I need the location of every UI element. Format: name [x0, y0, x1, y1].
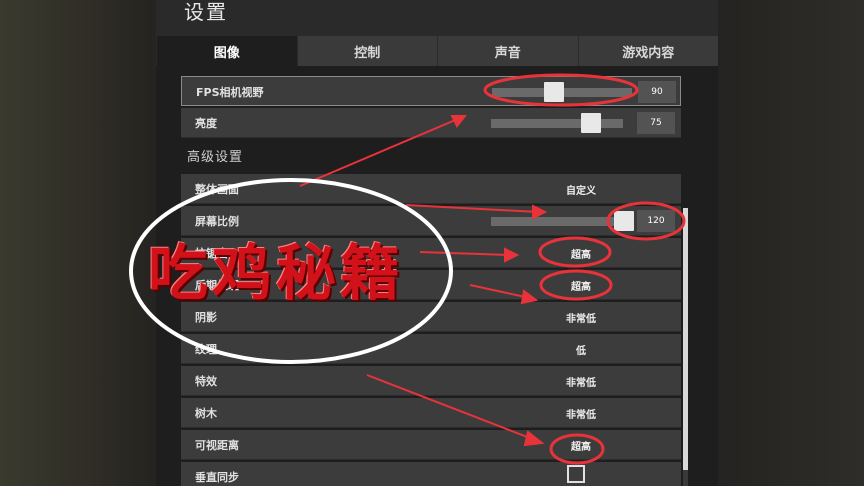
effects-value[interactable]: 非常低	[521, 374, 641, 389]
textures-value[interactable]: 低	[521, 342, 641, 357]
setting-label: 纹理	[195, 343, 217, 356]
setting-row-view-distance: 可视距离 超高	[181, 430, 681, 460]
setting-label: 垂直同步	[195, 471, 239, 484]
foliage-value[interactable]: 非常低	[521, 406, 641, 421]
watermark-text: 吃鸡秘籍	[148, 239, 404, 309]
brightness-value-box[interactable]: 75	[637, 112, 675, 134]
shadows-value[interactable]: 非常低	[521, 310, 641, 325]
setting-label: 树木	[195, 407, 217, 420]
setting-label: 亮度	[195, 117, 217, 130]
fov-slider-thumb[interactable]	[544, 82, 564, 102]
setting-label: 特效	[195, 375, 217, 388]
tab-bar: 图像 控制 声音 游戏内容	[156, 36, 718, 66]
setting-row-overall-quality: 整体画面 自定义	[181, 174, 681, 204]
tab-audio[interactable]: 声音	[437, 36, 578, 66]
view-distance-value[interactable]: 超高	[521, 438, 641, 453]
tab-gameplay[interactable]: 游戏内容	[577, 36, 718, 66]
screen-scale-slider-thumb[interactable]	[614, 211, 634, 231]
scrollbar-thumb[interactable]	[683, 208, 688, 470]
overall-quality-value[interactable]: 自定义	[521, 182, 641, 197]
settings-title: 设置	[184, 0, 228, 24]
fov-value-box[interactable]: 90	[638, 81, 676, 103]
vsync-checkbox[interactable]	[567, 465, 585, 483]
background-left	[0, 0, 160, 486]
tab-controls[interactable]: 控制	[296, 36, 437, 66]
setting-row-effects: 特效 非常低	[181, 366, 681, 396]
setting-row-textures: 纹理 低	[181, 334, 681, 364]
brightness-slider-thumb[interactable]	[581, 113, 601, 133]
setting-row-fps-fov: FPS相机视野 90	[181, 76, 681, 106]
setting-label: 整体画面	[195, 183, 239, 196]
settings-header: 设置	[156, 0, 718, 36]
setting-label: 可视距离	[195, 439, 239, 452]
screen-scale-value-box[interactable]: 120	[637, 210, 675, 232]
setting-row-brightness: 亮度 75	[181, 108, 681, 138]
brightness-slider-track[interactable]	[491, 119, 623, 128]
post-processing-value[interactable]: 超高	[521, 278, 641, 293]
setting-row-foliage: 树木 非常低	[181, 398, 681, 428]
screen-scale-slider-track[interactable]	[491, 217, 631, 226]
advanced-settings-heading: 高级设置	[187, 150, 244, 165]
tab-graphics[interactable]: 图像	[156, 36, 297, 66]
setting-row-vsync: 垂直同步	[181, 462, 681, 486]
setting-label: FPS相机视野	[196, 86, 264, 99]
anti-aliasing-value[interactable]: 超高	[521, 246, 641, 261]
background-right	[716, 0, 864, 486]
